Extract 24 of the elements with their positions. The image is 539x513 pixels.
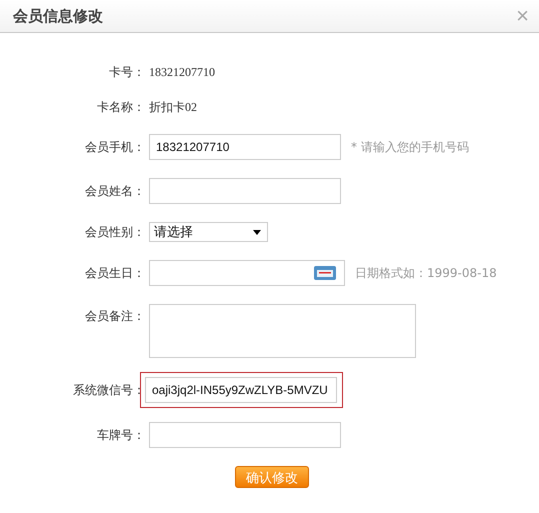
field-label: 系统微信号：: [72, 382, 145, 398]
field-label: 会员手机：: [84, 138, 145, 156]
field-label: 会员生日：: [84, 264, 145, 282]
field-hint: * 请输入您的手机号码: [351, 138, 469, 156]
field-label: 卡号：: [108, 64, 145, 81]
field-label: 会员备注：: [84, 308, 145, 325]
field-label: 车牌号：: [96, 426, 145, 444]
select-field[interactable]: 请选择: [149, 222, 268, 242]
dialog-title: 会员信息修改: [13, 6, 103, 26]
remarks-field[interactable]: [149, 304, 416, 358]
input-field[interactable]: oaji3jq2l-IN55y9ZwZLYB-5MVZU: [145, 377, 337, 403]
field-label: 会员姓名：: [84, 182, 145, 200]
field-hint: 日期格式如：1999-08-18: [355, 264, 497, 282]
input-field[interactable]: [149, 178, 341, 204]
field-label: 卡名称：: [96, 99, 145, 116]
field-value: 折扣卡02: [149, 99, 197, 116]
select-value: 请选择: [154, 224, 193, 241]
input-field[interactable]: 18321207710: [149, 134, 341, 160]
calendar-icon: [314, 266, 336, 280]
field-label: 会员性别：: [84, 224, 145, 240]
caret-icon: [253, 230, 261, 234]
date-field[interactable]: [149, 260, 345, 286]
input-field[interactable]: [149, 422, 341, 448]
field-value: 18321207710: [149, 65, 215, 80]
